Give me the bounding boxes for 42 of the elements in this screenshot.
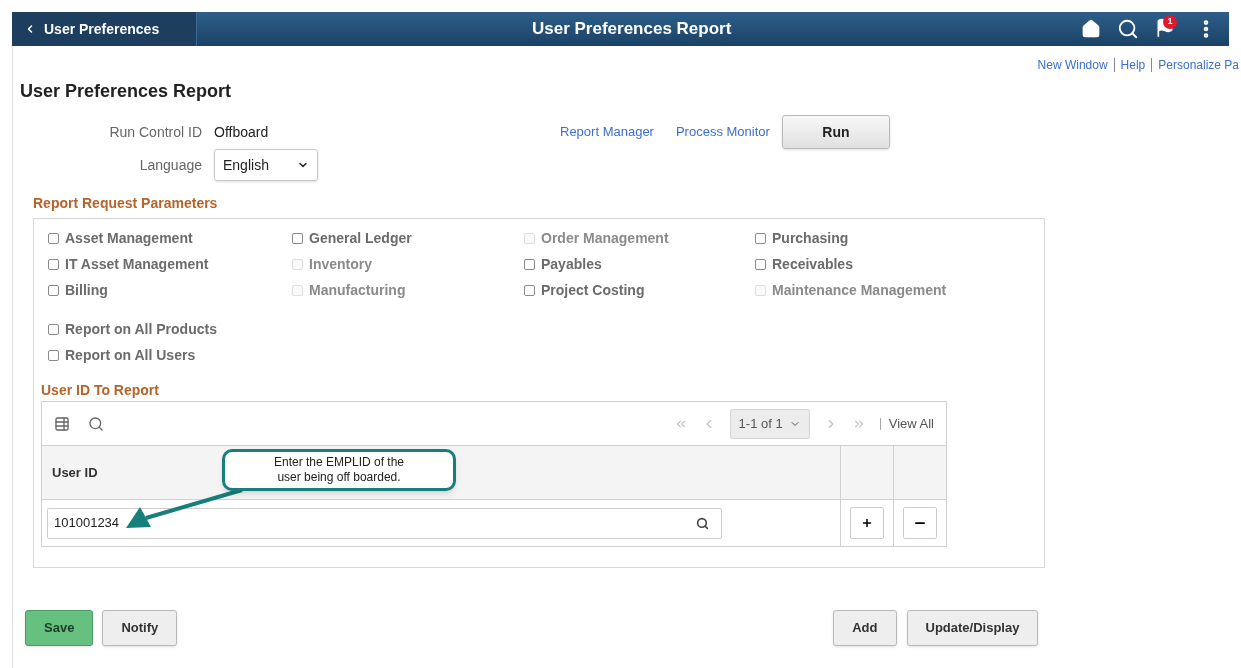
action-button[interactable]: Update/Display [906, 610, 1039, 646]
checkbox[interactable]: IT Asset Management [48, 254, 292, 275]
action-button[interactable]: Add [833, 610, 897, 646]
language-select[interactable]: English [214, 149, 318, 181]
back-button[interactable]: User Preferences [12, 12, 197, 46]
action-button[interactable]: Notify [102, 610, 178, 646]
action-link[interactable]: Process Monitor [675, 122, 770, 142]
checkbox[interactable]: Report on All Products [48, 319, 1044, 340]
notifications-button[interactable]: 1 [1155, 18, 1179, 40]
checkbox[interactable]: Project Costing [524, 280, 755, 301]
pagination-select[interactable]: 1-1 of 1 [729, 408, 810, 439]
section-title: Report Request Parameters [33, 194, 219, 213]
run-button[interactable]: Run [781, 115, 890, 149]
checkbox[interactable]: General Ledger [292, 228, 524, 249]
lookup-icon[interactable] [696, 516, 709, 530]
top-link[interactable]: New Window [1037, 56, 1108, 74]
checkbox[interactable]: Purchasing [755, 228, 1015, 249]
action-link[interactable]: Report Manager [560, 122, 654, 142]
callout-box: Enter the EMPLID of the user being off boarded. [222, 449, 456, 491]
checkbox[interactable]: Payables [524, 254, 755, 275]
view-all-link[interactable]: View All [888, 413, 934, 434]
personalize-grid-icon[interactable] [54, 415, 70, 432]
column-header: User ID [52, 463, 98, 482]
user-id-field[interactable]: 101001234 [47, 507, 722, 539]
search-icon[interactable] [1117, 18, 1139, 40]
field-label: Run Control ID [108, 122, 203, 142]
plus-icon [861, 517, 873, 529]
page-title: User Preferences Report [20, 80, 233, 103]
home-icon[interactable] [1081, 19, 1101, 39]
section-title: User ID To Report [41, 381, 160, 400]
checkbox[interactable]: Asset Management [48, 228, 292, 249]
search-icon[interactable] [88, 415, 104, 432]
top-link[interactable]: Personalize Pa [1158, 56, 1239, 74]
field-label: Language [138, 155, 203, 175]
run-control-value: Offboard [214, 122, 269, 142]
checkbox[interactable]: Billing [48, 280, 292, 301]
top-link[interactable]: Help [1120, 56, 1146, 74]
checkbox[interactable]: Report on All Users [48, 345, 1044, 366]
add-row-button[interactable] [850, 507, 884, 539]
checkbox[interactable]: Receivables [755, 254, 1015, 275]
header-title: User Preferences Report [532, 18, 732, 41]
save-button[interactable]: Save [25, 610, 94, 646]
